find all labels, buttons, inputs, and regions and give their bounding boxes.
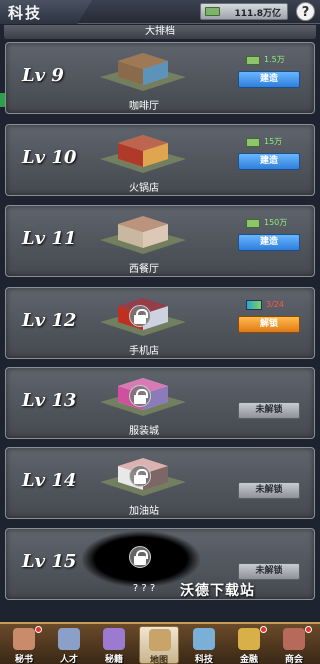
nav-item[interactable]: 秘籍 (94, 626, 134, 664)
book-icon (103, 628, 125, 650)
lock-icon (129, 546, 151, 568)
tech-icon (193, 628, 215, 650)
nav-item[interactable]: 科技 (184, 626, 224, 664)
cost-value: 15万 (264, 137, 283, 146)
cost-value: 150万 (264, 218, 288, 227)
nav-label: 人才 (59, 655, 78, 664)
top-bar: 科技 111.8万亿 ? (0, 0, 320, 24)
previous-building-name: 大排档 (145, 26, 175, 37)
build-button[interactable]: 建造 (238, 71, 300, 88)
secretary-icon (13, 628, 35, 650)
building-card[interactable]: Lv 11 西餐厅 150万建造 (5, 205, 315, 277)
build-button[interactable]: 建造 (238, 234, 300, 251)
lock-icon (129, 385, 151, 407)
building-card[interactable]: Lv 13 服装城 未解锁 (5, 367, 315, 439)
building-name: 咖啡厅 (129, 101, 159, 112)
building-image (98, 210, 188, 258)
previous-building-strip[interactable]: 大排档 (4, 25, 316, 39)
building-cost: 1.5万 (246, 53, 285, 67)
building-card[interactable]: Lv 9 咖啡厅 1.5万建造 (5, 42, 315, 114)
cost-value: 3/24 (266, 300, 284, 309)
nav-label: 地图 (149, 656, 168, 664)
lock-icon (129, 465, 151, 487)
locked-button: 未解锁 (238, 563, 300, 580)
building-name: 火锅店 (129, 183, 159, 194)
nav-label: 金融 (239, 655, 258, 664)
cash-icon (246, 55, 260, 65)
nav-label: 秘书 (14, 655, 33, 664)
building-image (98, 129, 188, 177)
building-cost: 3/24 (246, 298, 284, 312)
cost-value: 1.5万 (264, 55, 285, 64)
locked-button: 未解锁 (238, 402, 300, 419)
building-cost: 150万 (246, 216, 287, 230)
locked-button: 未解锁 (238, 482, 300, 499)
unlock-button[interactable]: 解锁 (238, 316, 300, 333)
level-label: Lv 9 (22, 65, 64, 86)
building-card[interactable]: Lv 15 ? ? ? 未解锁 (5, 528, 315, 600)
building-image (98, 47, 188, 95)
cash-icon (205, 7, 220, 16)
building-name: 手机店 (129, 346, 159, 357)
building-name: 加油站 (129, 506, 159, 517)
help-button[interactable]: ? (296, 2, 315, 21)
chamber-icon (283, 628, 305, 650)
cash-icon (246, 218, 260, 228)
level-label: Lv 11 (22, 228, 77, 249)
nav-item[interactable]: 商会 (274, 626, 314, 664)
notification-badge (260, 626, 267, 633)
cash-icon (246, 137, 260, 147)
nav-item[interactable]: 金融 (229, 626, 269, 664)
nav-label: 秘籍 (104, 655, 123, 664)
money-value: 111.8万亿 (234, 9, 281, 19)
lock-icon (129, 305, 151, 327)
building-card[interactable]: Lv 12 手机店 3/24 解锁 (5, 287, 315, 359)
finance-icon (238, 628, 260, 650)
level-label: Lv 10 (22, 147, 77, 168)
card-icon (246, 300, 262, 310)
notification-badge (35, 626, 42, 633)
money-display: 111.8万亿 (200, 3, 288, 20)
nav-item[interactable]: 地图 (139, 626, 179, 664)
building-name: 西餐厅 (129, 264, 159, 275)
level-label: Lv 14 (22, 470, 77, 491)
building-name: 服装城 (129, 426, 159, 437)
nav-item[interactable]: 人才 (49, 626, 89, 664)
level-label: Lv 15 (22, 551, 77, 572)
page-title: 科技 (8, 4, 43, 22)
nav-label: 商会 (284, 655, 303, 664)
building-name: ? ? ? (132, 583, 156, 594)
building-card[interactable]: Lv 14 加油站 未解锁 (5, 447, 315, 519)
nav-label: 科技 (194, 655, 213, 664)
notification-badge (305, 626, 312, 633)
level-label: Lv 12 (22, 310, 77, 331)
build-button[interactable]: 建造 (238, 153, 300, 170)
building-cost: 15万 (246, 135, 282, 149)
bottom-nav: 秘书 人才 秘籍 地图 科技 金融 商会 (0, 622, 320, 664)
level-label: Lv 13 (22, 390, 77, 411)
map-icon (149, 629, 171, 651)
talent-icon (58, 628, 80, 650)
building-card[interactable]: Lv 10 火锅店 15万建造 (5, 124, 315, 196)
watermark: 沃德下载站 (180, 583, 255, 599)
nav-item[interactable]: 秘书 (4, 626, 44, 664)
